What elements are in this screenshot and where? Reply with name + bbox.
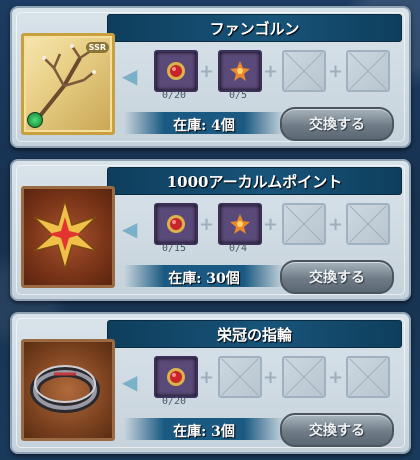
empty-slot xyxy=(282,356,326,398)
material-slot[interactable] xyxy=(218,203,262,245)
plus-icon: + xyxy=(328,367,344,388)
stock-bar: 在庫: 30個 xyxy=(124,265,284,287)
empty-slot xyxy=(346,203,390,245)
item-title: ファンゴルン xyxy=(209,20,300,38)
red-gem-icon xyxy=(167,62,185,80)
material-slot[interactable] xyxy=(218,50,262,92)
item-image-ring[interactable] xyxy=(21,339,115,441)
arrow-left-icon: ◀ xyxy=(122,370,138,394)
material-count: 0/4 xyxy=(228,243,248,254)
rarity-badge: SSR xyxy=(85,42,109,53)
stock-label: 在庫: 4個 xyxy=(173,118,235,134)
stock-label: 在庫: 30個 xyxy=(168,271,240,287)
empty-slot xyxy=(282,50,326,92)
star-burst-icon xyxy=(33,198,97,272)
material-count: 0/20 xyxy=(161,396,187,407)
exchange-button-label: 交換する xyxy=(309,117,365,133)
material-count: 0/5 xyxy=(228,90,248,101)
item-image-arcarum-points[interactable] xyxy=(21,186,115,288)
exchange-button[interactable]: 交換する xyxy=(280,413,394,447)
exchange-button[interactable]: 交換する xyxy=(280,260,394,294)
arrow-left-icon: ◀ xyxy=(122,217,138,241)
title-bar: 栄冠の指輪 xyxy=(107,320,402,348)
orange-crest-icon xyxy=(230,214,250,234)
red-gem-icon xyxy=(167,368,185,386)
plus-icon: + xyxy=(199,367,215,388)
exchange-button[interactable]: 交換する xyxy=(280,107,394,141)
plus-icon: + xyxy=(263,214,279,235)
stock-bar: 在庫: 3個 xyxy=(124,418,284,440)
empty-slot xyxy=(282,203,326,245)
material-count: 0/20 xyxy=(161,90,187,101)
red-gem-icon xyxy=(167,215,185,233)
wind-element-icon xyxy=(27,112,43,128)
item-title: 1000アーカルムポイント xyxy=(166,173,343,191)
material-count: 0/15 xyxy=(161,243,187,254)
exchange-card: 1000アーカルムポイント ◀ 0/15 + 0/4 + + 在庫: 30個 交… xyxy=(10,159,411,301)
ring-icon xyxy=(30,365,100,413)
plus-icon: + xyxy=(328,214,344,235)
stock-bar: 在庫: 4個 xyxy=(124,112,284,134)
plus-icon: + xyxy=(263,61,279,82)
exchange-button-label: 交換する xyxy=(309,270,365,286)
item-image-fangorn[interactable]: SSR xyxy=(21,33,115,135)
plus-icon: + xyxy=(328,61,344,82)
plus-icon: + xyxy=(263,367,279,388)
stock-label: 在庫: 3個 xyxy=(173,424,235,440)
item-title: 栄冠の指輪 xyxy=(216,326,292,344)
title-bar: 1000アーカルムポイント xyxy=(107,167,402,195)
plus-icon: + xyxy=(199,61,215,82)
plus-icon: + xyxy=(199,214,215,235)
empty-slot xyxy=(218,356,262,398)
material-slot[interactable] xyxy=(154,203,198,245)
empty-slot xyxy=(346,50,390,92)
arrow-left-icon: ◀ xyxy=(122,64,138,88)
title-bar: ファンゴルン xyxy=(107,14,402,42)
exchange-card: 栄冠の指輪 ◀ 0/20 + + + 在庫: 3個 交換する xyxy=(10,312,411,454)
material-slot[interactable] xyxy=(154,356,198,398)
material-slot[interactable] xyxy=(154,50,198,92)
orange-crest-icon xyxy=(230,61,250,81)
exchange-card: ファンゴルン SSR ◀ 0/20 + 0/5 + + 在庫: 4個 交換する xyxy=(10,6,411,148)
empty-slot xyxy=(346,356,390,398)
exchange-button-label: 交換する xyxy=(309,423,365,439)
